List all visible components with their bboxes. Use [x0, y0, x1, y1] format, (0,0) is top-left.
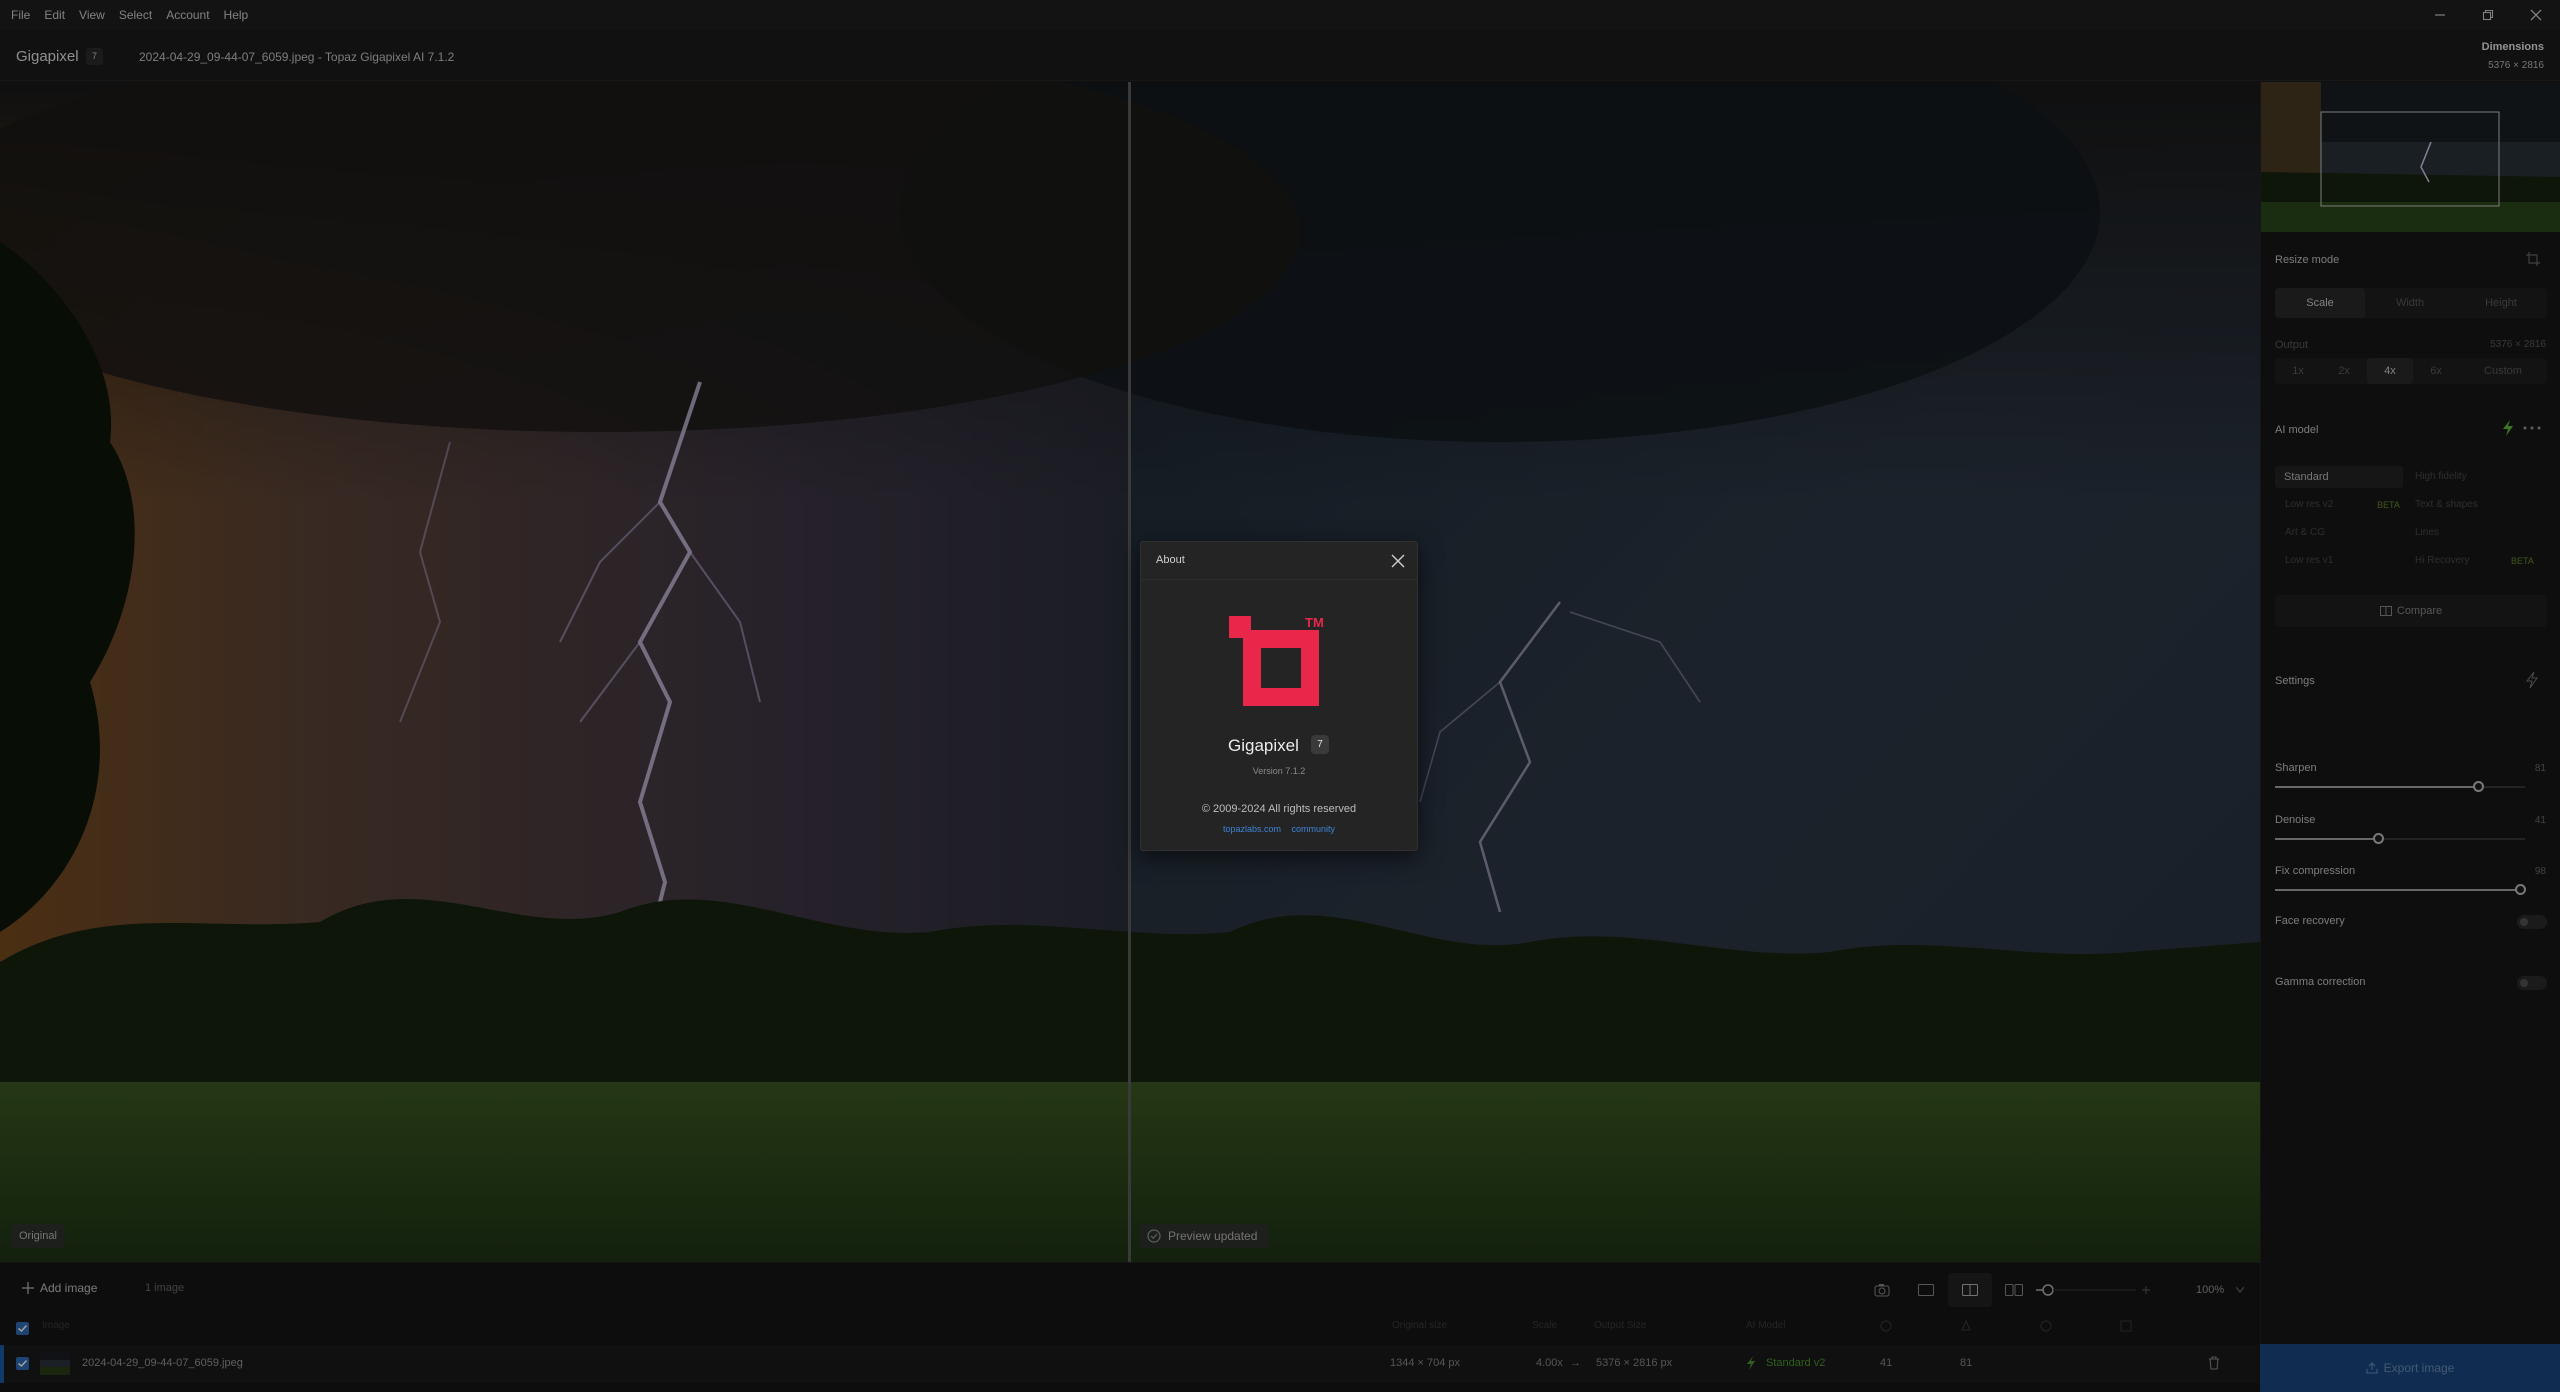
about-copyright: © 2009-2024 All rights reserved	[1201, 803, 1357, 815]
about-links: topazlabs.com community	[1141, 824, 1417, 834]
topazlabs-link[interactable]: topazlabs.com	[1223, 824, 1281, 834]
trademark-mark: TM	[1305, 616, 1324, 630]
about-header: About	[1141, 542, 1417, 580]
about-version: Version 7.1.2	[1252, 766, 1306, 776]
gigapixel-logo: TM	[1229, 616, 1324, 706]
about-app-name: Gigapixel	[1228, 736, 1299, 755]
about-dialog: About TM Gigapixel 7 Version 7.1.2 © 200…	[1140, 541, 1418, 851]
community-link[interactable]: community	[1292, 824, 1336, 834]
about-title: About	[1156, 554, 1185, 566]
about-version-badge: 7	[1311, 735, 1329, 754]
close-icon[interactable]	[1389, 552, 1407, 570]
